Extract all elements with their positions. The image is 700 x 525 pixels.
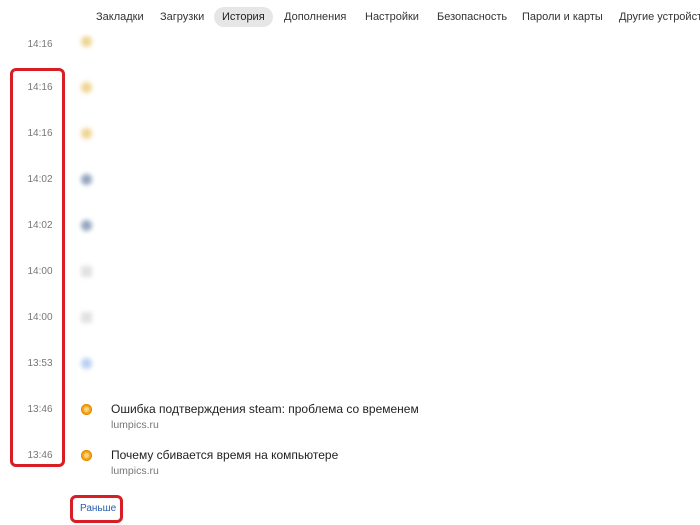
history-entry[interactable]: 14:00: [0, 266, 700, 306]
history-entry[interactable]: 14:00: [0, 312, 700, 352]
entry-time: 14:16: [27, 39, 53, 50]
tab-downloads[interactable]: Загрузки: [152, 7, 212, 27]
history-entry[interactable]: 14:02: [0, 220, 700, 260]
page-favicon-icon: [81, 266, 92, 277]
tab-other-devices[interactable]: Другие устройства: [611, 7, 700, 27]
entry-time: 14:16: [27, 82, 53, 93]
history-entry[interactable]: 13:53: [0, 358, 700, 398]
entry-time: 14:02: [27, 220, 53, 231]
earlier-link[interactable]: Раньше: [80, 502, 116, 516]
page-favicon-icon: [81, 312, 92, 323]
tab-passwords-cards[interactable]: Пароли и карты: [514, 7, 611, 27]
tab-settings[interactable]: Настройки: [357, 7, 427, 27]
history-entry[interactable]: 13:46 Почему сбивается время на компьюте…: [0, 448, 700, 490]
lumpics-favicon-icon: [81, 450, 92, 461]
entry-title[interactable]: Почему сбивается время на компьютере: [111, 448, 338, 463]
history-entry[interactable]: 14:16: [0, 36, 700, 76]
entry-time: 13:46: [27, 404, 53, 415]
tab-history[interactable]: История: [214, 7, 273, 27]
entry-time: 14:16: [27, 128, 53, 139]
tab-security[interactable]: Безопасность: [429, 7, 515, 27]
steam-favicon-icon: [81, 220, 92, 231]
history-entry[interactable]: 13:46 Ошибка подтверждения steam: пробле…: [0, 402, 700, 444]
tab-bookmarks[interactable]: Закладки: [88, 7, 152, 27]
lumpics-favicon-icon: [81, 404, 92, 415]
history-entry[interactable]: 14:02: [0, 174, 700, 214]
site-favicon-icon: [81, 128, 92, 139]
entry-domain: lumpics.ru: [111, 465, 159, 477]
site-favicon-icon: [81, 36, 92, 47]
top-navigation: Закладки Загрузки История Дополнения Нас…: [0, 0, 700, 34]
entry-time: 14:02: [27, 174, 53, 185]
history-list: 14:16 14:16 14:16 14:02 14:02 14:00 14:0…: [0, 34, 700, 525]
tab-extensions[interactable]: Дополнения: [276, 7, 354, 27]
entry-time: 14:00: [27, 312, 53, 323]
entry-domain: lumpics.ru: [111, 419, 159, 431]
entry-time: 13:46: [27, 450, 53, 461]
entry-time: 13:53: [27, 358, 53, 369]
entry-title[interactable]: Ошибка подтверждения steam: проблема со …: [111, 402, 419, 417]
google-favicon-icon: [81, 358, 92, 369]
site-favicon-icon: [81, 82, 92, 93]
history-entry[interactable]: 14:16: [0, 128, 700, 168]
entry-time: 14:00: [27, 266, 53, 277]
history-entry[interactable]: 14:16: [0, 82, 700, 122]
steam-favicon-icon: [81, 174, 92, 185]
